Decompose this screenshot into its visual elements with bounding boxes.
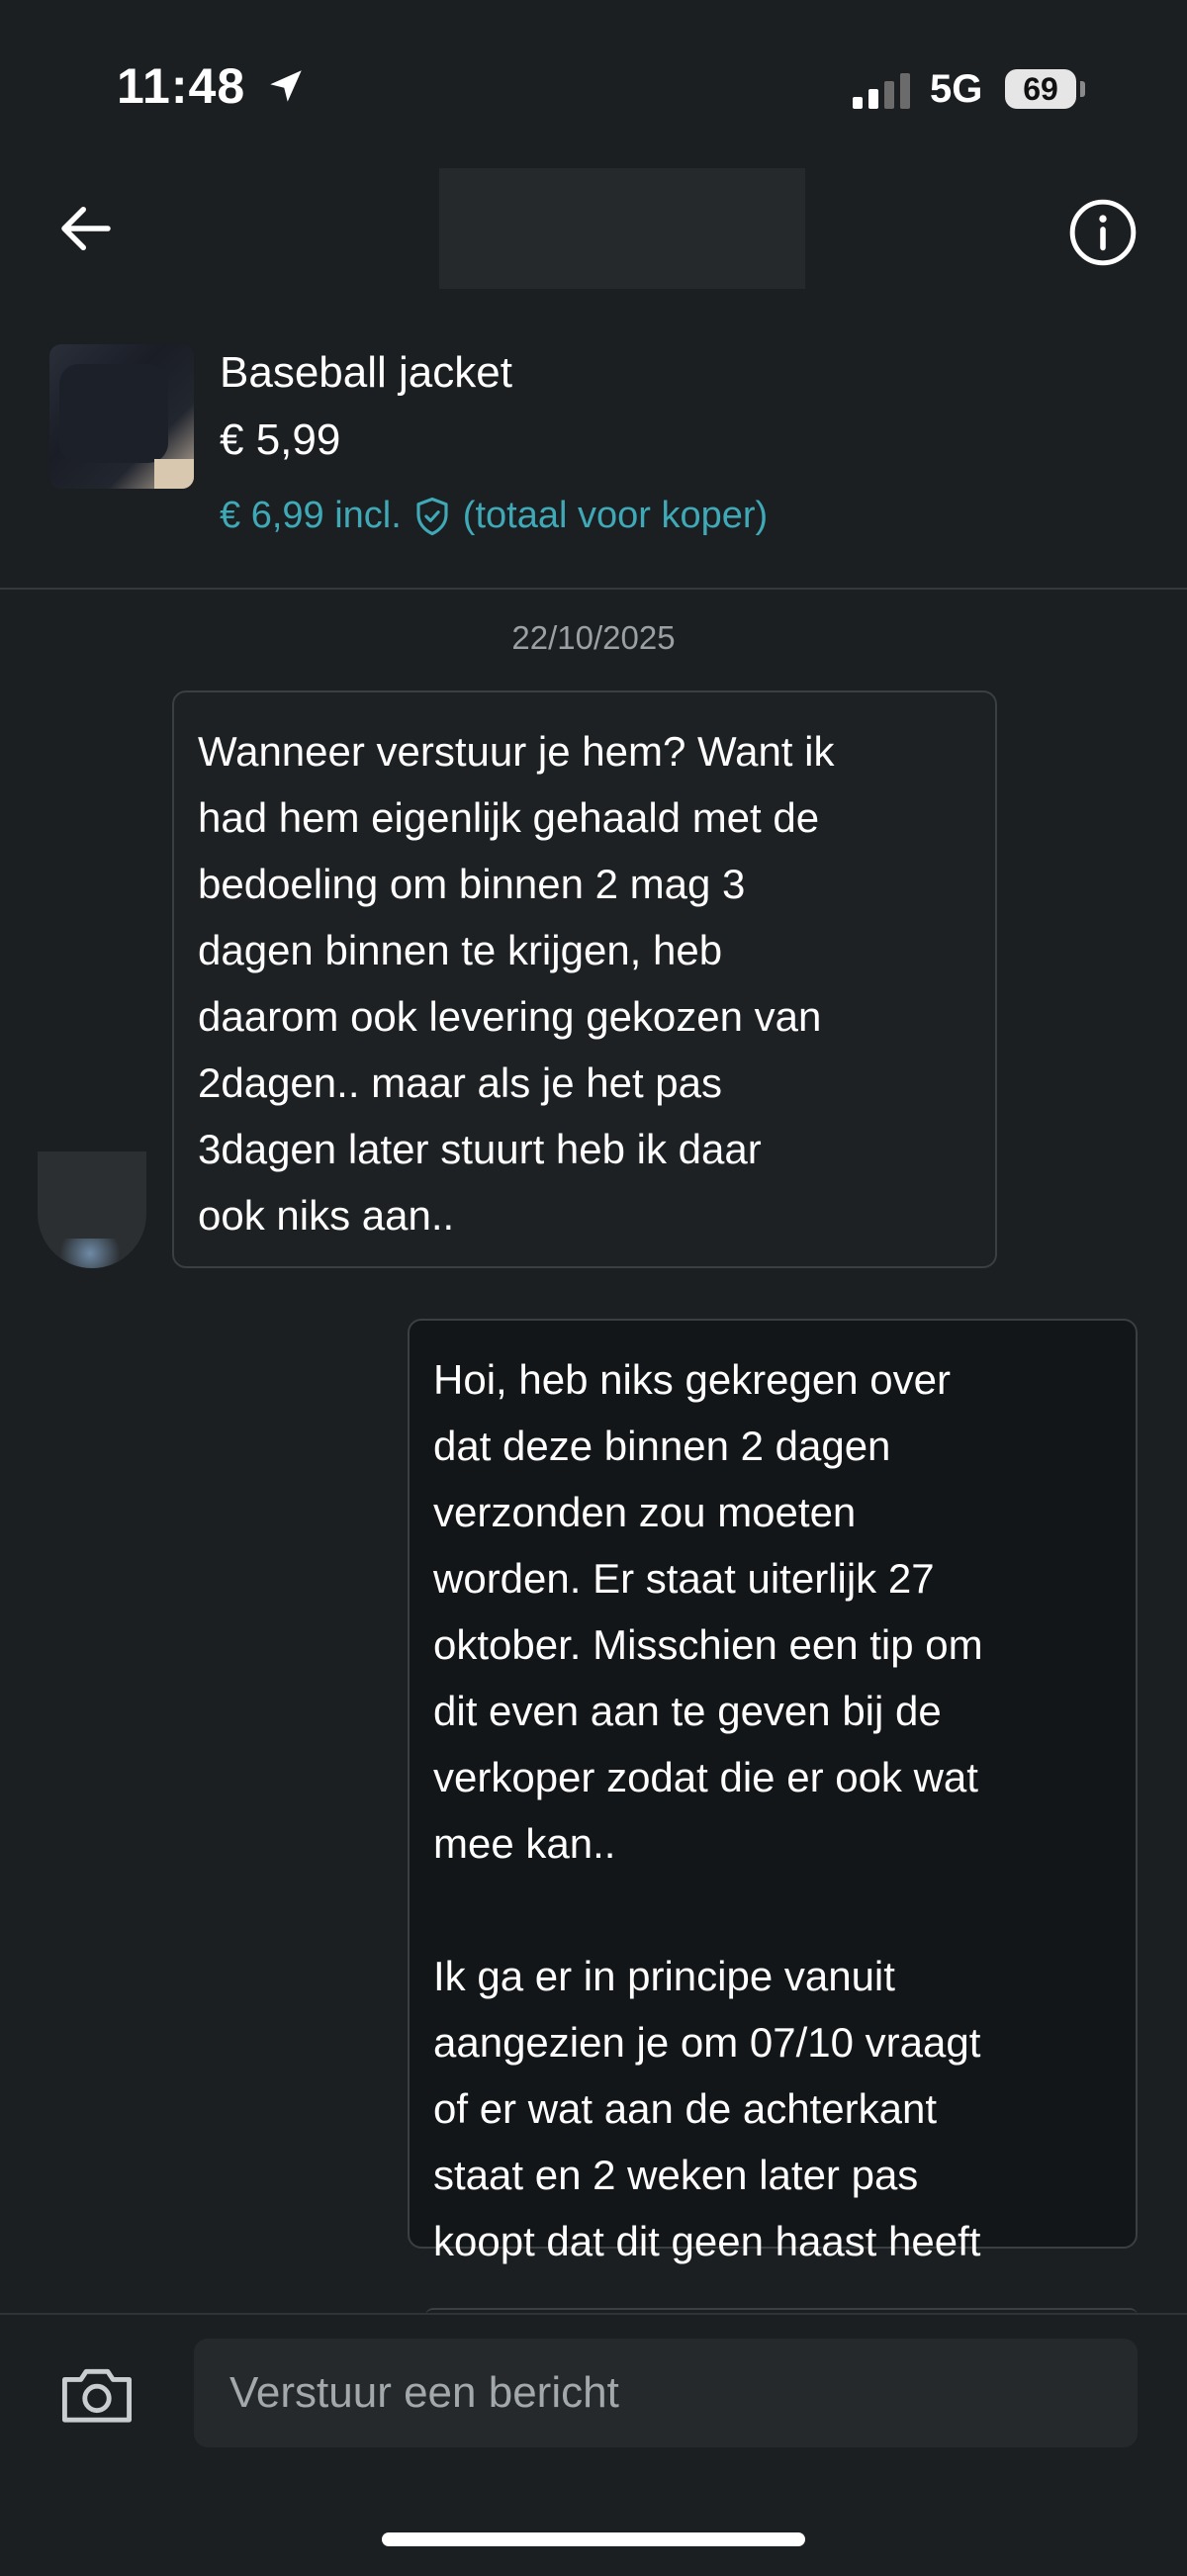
arrow-left-icon[interactable] xyxy=(53,196,119,261)
network-type: 5G xyxy=(930,67,983,111)
avatar[interactable] xyxy=(38,1151,146,1268)
incoming-message[interactable]: Wanneer verstuur je hem? Want ik had hem… xyxy=(172,690,997,1268)
battery-tip xyxy=(1080,81,1085,97)
item-total-price: € 6,99 incl. (totaal voor koper) xyxy=(220,495,768,537)
shield-check-icon[interactable] xyxy=(411,496,453,537)
message-date: 22/10/2025 xyxy=(511,619,676,656)
info-circle-icon[interactable] xyxy=(1066,196,1140,269)
status-time: 11:48 xyxy=(117,58,246,114)
item-total-note: (totaal voor koper) xyxy=(462,495,769,536)
item-price: € 5,99 xyxy=(220,415,341,464)
item-thumbnail[interactable] xyxy=(49,344,194,489)
header-divider xyxy=(0,588,1187,590)
camera-icon[interactable] xyxy=(59,2360,135,2426)
signal-strength-icon xyxy=(853,73,910,109)
outgoing-message[interactable]: Hoi, heb niks gekregen over dat deze bin… xyxy=(408,1319,1138,2264)
item-title[interactable]: Baseball jacket xyxy=(220,348,512,398)
battery-indicator: 69 xyxy=(1005,69,1076,109)
item-total-amount: € 6,99 incl. xyxy=(220,495,402,536)
home-indicator[interactable] xyxy=(382,2532,805,2546)
location-arrow-icon xyxy=(270,70,302,102)
message-input[interactable] xyxy=(194,2339,1138,2447)
conversation-title-redacted xyxy=(439,168,805,289)
